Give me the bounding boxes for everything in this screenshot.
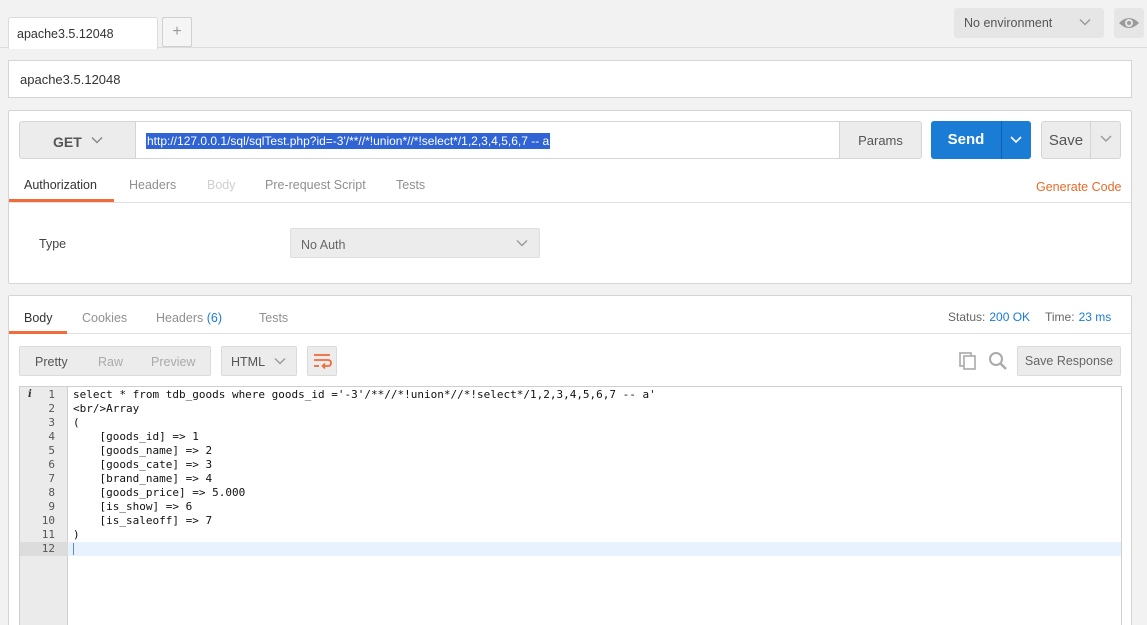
request-tabs: Authorization Headers Body Pre-request S… — [9, 172, 1131, 203]
view-pretty-button[interactable]: Pretty — [35, 355, 68, 369]
view-preview-button[interactable]: Preview — [151, 355, 195, 369]
response-headers-count: (6) — [206, 311, 223, 325]
code-line: 2 <br/>Array — [20, 402, 1121, 416]
line-number: 12 — [20, 542, 68, 556]
line-number: 9 — [48, 500, 55, 513]
request-tab-label: apache3.5.12048 — [17, 27, 114, 41]
method-select[interactable]: GET — [19, 121, 136, 159]
line-number: 5 — [48, 444, 55, 457]
tab-response-body[interactable]: Body — [24, 311, 53, 325]
auth-type-select[interactable]: No Auth — [290, 228, 540, 258]
environment-select[interactable]: No environment — [954, 8, 1104, 38]
url-text-selected: http://127.0.0.1/sql/sqlTest.php?id=-3'/… — [146, 133, 551, 149]
line-number: 2 — [48, 402, 55, 415]
save-response-button[interactable]: Save Response — [1017, 346, 1121, 376]
format-select-label: HTML — [231, 355, 266, 369]
time-readout: Time: 23 ms — [1045, 310, 1111, 324]
tab-response-tests[interactable]: Tests — [259, 311, 288, 325]
view-raw-button[interactable]: Raw — [98, 355, 123, 369]
line-number: 11 — [41, 528, 55, 541]
code-line-text: ) — [73, 528, 80, 541]
search-icon[interactable] — [987, 350, 1009, 372]
response-code: 1 i select * from tdb_goods where goods_id… — [20, 388, 1121, 556]
generate-code-link[interactable]: Generate Code — [1036, 180, 1121, 194]
response-headers-label: Headers — [156, 311, 204, 325]
code-line-text: <br/>Array — [73, 402, 140, 415]
code-line: 6 [goods_cate] => 3 — [20, 458, 1121, 472]
tab-tests[interactable]: Tests — [396, 178, 425, 192]
copy-icon[interactable] — [957, 351, 979, 371]
code-line-text: [is_show] => 6 — [73, 500, 193, 513]
code-line-text: ( — [73, 416, 80, 429]
request-name-field[interactable]: apache3.5.12048 — [8, 60, 1132, 98]
tab-response-headers[interactable]: Headers (6) — [156, 311, 222, 325]
request-tab[interactable]: apache3.5.12048 — [8, 17, 158, 49]
code-line-text: [goods_id] => 1 — [73, 430, 199, 443]
code-line: 12 — [20, 542, 1121, 556]
wrap-lines-button[interactable] — [307, 346, 337, 376]
chevron-down-icon — [515, 236, 529, 250]
status-label: Status: — [948, 310, 986, 324]
request-name-text: apache3.5.12048 — [20, 72, 121, 87]
tab-pre-request-script[interactable]: Pre-request Script — [265, 178, 366, 192]
code-line: 5 [goods_name] => 2 — [20, 444, 1121, 458]
line-number: 10 — [41, 514, 55, 527]
status-value: 200 OK — [989, 310, 1031, 324]
code-line: 9 [is_show] => 6 — [20, 500, 1121, 514]
code-line-text: [goods_price] => 5.000 — [73, 486, 246, 499]
environment-quick-look-button[interactable] — [1114, 8, 1144, 38]
chevron-down-icon — [1091, 122, 1120, 158]
format-select[interactable]: HTML — [221, 346, 297, 376]
line-number: 6 — [48, 458, 55, 471]
line-number: 4 — [48, 430, 55, 443]
wrap-lines-icon — [308, 347, 336, 375]
send-button[interactable]: Send — [931, 121, 1001, 159]
code-line: 10 [is_saleoff] => 7 — [20, 514, 1121, 528]
params-button[interactable]: Params — [839, 121, 922, 159]
line-number: 7 — [48, 472, 55, 485]
active-response-tab-indicator — [9, 331, 67, 334]
status-readout: Status: 200 OK — [948, 310, 1030, 324]
active-tab-indicator — [9, 199, 114, 202]
method-label: GET — [53, 134, 82, 150]
tab-body[interactable]: Body — [207, 178, 236, 192]
info-icon: i — [28, 389, 32, 400]
chevron-down-icon — [273, 354, 287, 368]
code-line: 4 [goods_id] => 1 — [20, 430, 1121, 444]
send-options-button[interactable] — [1001, 121, 1031, 159]
auth-type-label: Type — [39, 237, 67, 251]
tab-headers[interactable]: Headers — [129, 178, 176, 192]
auth-type-value: No Auth — [301, 238, 346, 252]
plus-icon: + — [172, 23, 182, 40]
url-input[interactable]: http://127.0.0.1/sql/sqlTest.php?id=-3'/… — [135, 121, 840, 159]
code-line: 1 i select * from tdb_goods where goods_id… — [20, 388, 1121, 402]
code-line: 3( — [20, 416, 1121, 430]
code-line: 7 [brand_name] => 4 — [20, 472, 1121, 486]
tab-authorization[interactable]: Authorization — [24, 178, 97, 192]
environment-select-label: No environment — [964, 16, 1053, 30]
response-editor[interactable]: 1 i select * from tdb_goods where goods_id… — [19, 386, 1122, 625]
chevron-down-icon — [1002, 121, 1031, 159]
view-mode-group: Pretty Raw Preview — [19, 346, 211, 376]
code-line-text: [goods_cate] => 3 — [73, 458, 213, 471]
code-line-text: [brand_name] => 4 — [73, 472, 213, 485]
text-caret — [73, 543, 74, 555]
line-number: 3 — [48, 416, 55, 429]
code-line-text: [goods_name] => 2 — [73, 444, 213, 457]
time-value: 23 ms — [1078, 310, 1112, 324]
chevron-down-icon — [90, 133, 104, 147]
code-line-text: select * from tdb_goods where goods_id =… — [73, 388, 656, 401]
tab-response-cookies[interactable]: Cookies — [82, 311, 127, 325]
save-options-button[interactable] — [1090, 121, 1121, 159]
time-label: Time: — [1045, 310, 1075, 324]
code-line: 8 [goods_price] => 5.000 — [20, 486, 1121, 500]
save-button[interactable]: Save — [1041, 121, 1091, 159]
eye-icon — [1114, 8, 1144, 38]
chevron-down-icon — [1078, 15, 1092, 29]
code-line: 11) — [20, 528, 1121, 542]
add-tab-button[interactable]: + — [162, 17, 192, 47]
code-line-text: [is_saleoff] => 7 — [73, 514, 213, 527]
line-number: 8 — [48, 486, 55, 499]
